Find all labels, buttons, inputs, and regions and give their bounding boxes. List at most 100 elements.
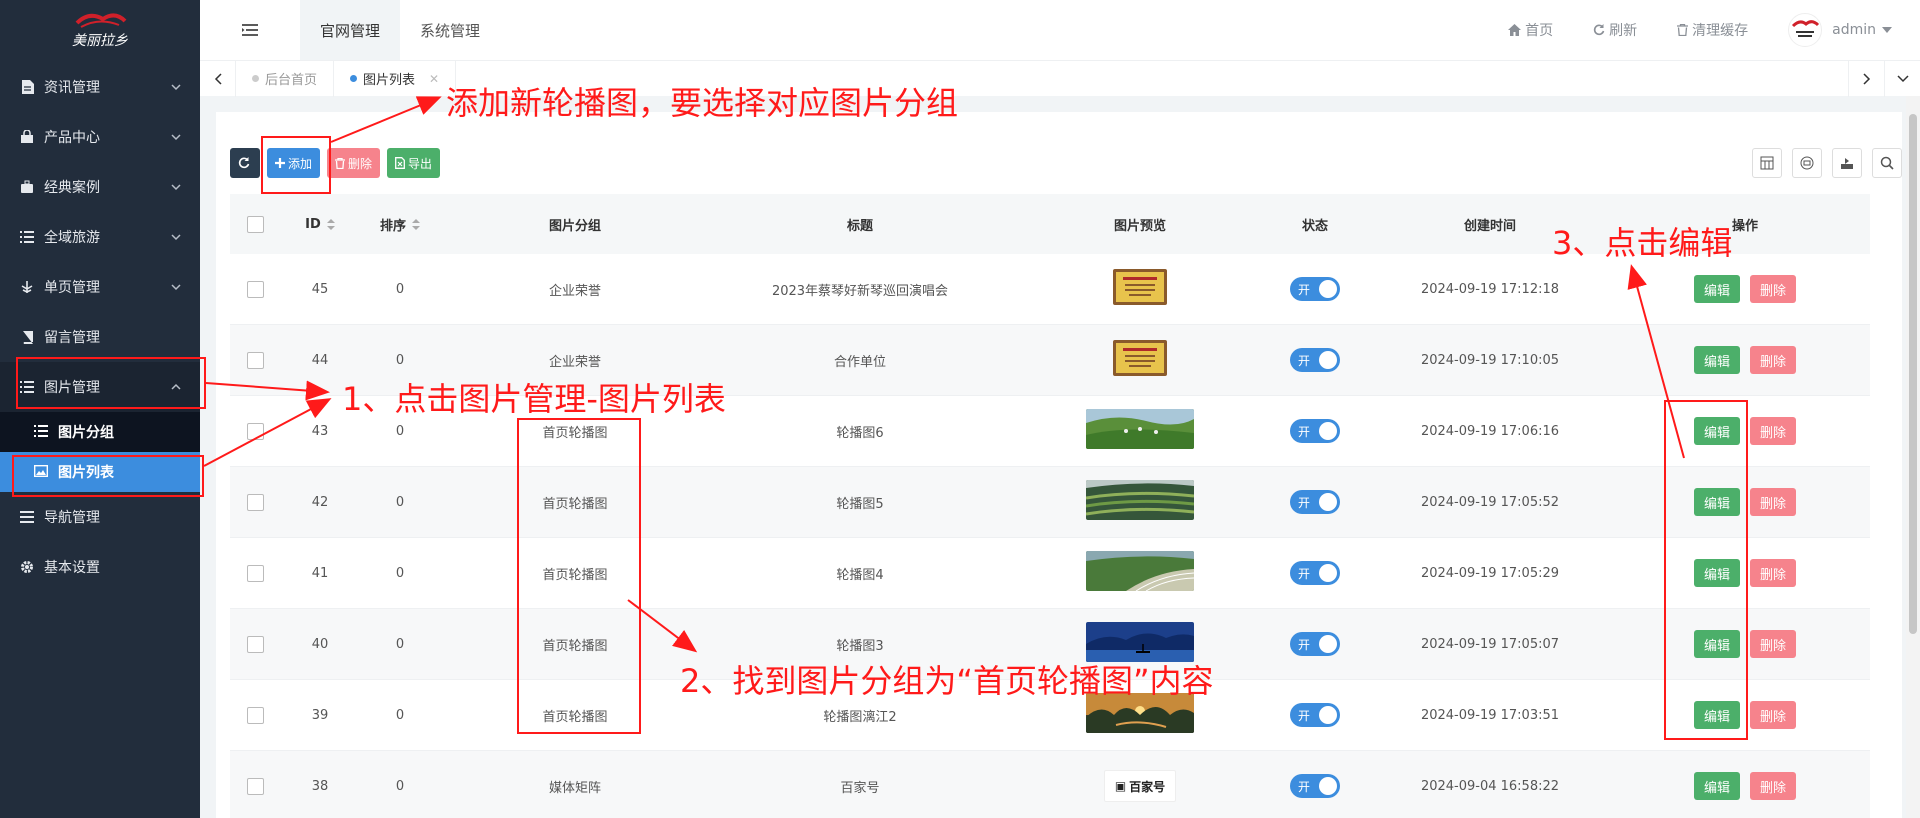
search-button[interactable] (1872, 148, 1902, 178)
toggle-knob (1319, 564, 1337, 582)
edit-button[interactable]: 编辑 (1693, 275, 1740, 303)
page-scrollbar[interactable] (1906, 96, 1920, 818)
tabs-scroll-left-button[interactable] (200, 60, 236, 97)
delete-button[interactable]: 删除 (1750, 417, 1797, 445)
edit-button[interactable]: 编辑 (1693, 772, 1740, 800)
cell-title: 百家号 (840, 780, 880, 796)
row-checkbox[interactable] (246, 777, 264, 795)
cell-sort: 0 (395, 565, 405, 581)
row-checkbox[interactable] (246, 564, 264, 582)
row-checkbox[interactable] (246, 493, 264, 511)
refresh-link[interactable]: 刷新 (1593, 20, 1637, 40)
row-checkbox[interactable] (246, 280, 264, 298)
annotation-box-image-menu (16, 357, 206, 409)
image-thumbnail[interactable] (1113, 269, 1167, 309)
tab-website-management[interactable]: 官网管理 (300, 0, 401, 60)
sidebar-item-settings[interactable]: 基本设置 (0, 542, 200, 592)
row-checkbox[interactable] (246, 635, 264, 653)
cell-created: 2024-09-19 17:05:29 (1420, 565, 1560, 581)
select-all-checkbox[interactable] (246, 215, 264, 233)
download-icon (1841, 158, 1853, 169)
status-toggle[interactable]: 开 (1290, 277, 1340, 301)
sort-icon (412, 218, 420, 230)
status-toggle[interactable]: 开 (1290, 561, 1340, 585)
cell-preview (1010, 538, 1270, 608)
sidebar-item-messages[interactable]: 留言管理 (0, 312, 200, 362)
delete-button[interactable]: 删除 (1750, 630, 1797, 658)
row-checkbox-cell (230, 325, 280, 395)
column-header-preview: 图片预览 (1113, 218, 1166, 234)
column-header-group: 图片分组 (548, 218, 601, 234)
status-toggle[interactable]: 开 (1290, 632, 1340, 656)
user-menu[interactable]: admin (1788, 13, 1892, 47)
tabs-dropdown-button[interactable] (1884, 60, 1920, 97)
image-thumbnail[interactable] (1086, 409, 1194, 453)
sidebar-item-cases[interactable]: 经典案例 (0, 162, 200, 212)
row-checkbox-cell (230, 396, 280, 466)
scrollbar-thumb[interactable] (1909, 114, 1917, 634)
cell-id: 42 (311, 494, 329, 510)
sidebar-menu: 资讯管理 产品中心 经典案例 全域旅游 单页管理 留言管理 图片管理 图片分组 … (0, 62, 200, 592)
column-header-status: 状态 (1301, 218, 1328, 234)
row-checkbox-cell (230, 609, 280, 679)
sidebar-item-pages[interactable]: 单页管理 (0, 262, 200, 312)
print-button[interactable] (1792, 148, 1822, 178)
column-header-id[interactable]: ID (280, 194, 360, 254)
logo[interactable]: 美丽拉乡 (0, 0, 200, 62)
toggle-knob (1319, 493, 1337, 511)
annotation-box-add (261, 136, 331, 194)
sidebar-item-navigation[interactable]: 导航管理 (0, 492, 200, 542)
cell-sort: 0 (395, 281, 405, 297)
home-link[interactable]: 首页 (1508, 20, 1553, 40)
delete-button[interactable]: 删除 (1750, 701, 1797, 729)
delete-button[interactable]: 删除 (1750, 772, 1797, 800)
trash-icon (335, 157, 346, 169)
row-checkbox[interactable] (246, 706, 264, 724)
export-tool-button[interactable] (1832, 148, 1862, 178)
delete-button[interactable]: 删除 (1750, 275, 1797, 303)
page-tab-image-list[interactable]: 图片列表 ✕ (334, 60, 457, 97)
sidebar-item-tourism[interactable]: 全域旅游 (0, 212, 200, 262)
sidebar-item-products[interactable]: 产品中心 (0, 112, 200, 162)
sidebar-item-news[interactable]: 资讯管理 (0, 62, 200, 112)
row-checkbox[interactable] (246, 351, 264, 369)
column-header-sort[interactable]: 排序 (360, 194, 440, 254)
delete-button[interactable]: 删除 (1750, 488, 1797, 516)
edit-button[interactable]: 编辑 (1693, 346, 1740, 374)
bulk-delete-button[interactable]: 删除 (327, 148, 381, 178)
cell-sort: 0 (395, 707, 405, 723)
delete-button[interactable]: 删除 (1750, 559, 1797, 587)
status-toggle[interactable]: 开 (1290, 774, 1340, 798)
annotation-text-step2: 2、找到图片分组为“首页轮播图”内容 (680, 662, 1214, 700)
refresh-icon (238, 157, 249, 169)
home-icon (1508, 24, 1522, 36)
image-thumbnail[interactable] (1113, 340, 1167, 380)
status-toggle[interactable]: 开 (1290, 703, 1340, 727)
row-checkbox[interactable] (246, 422, 264, 440)
cell-sort: 0 (395, 778, 405, 794)
cell-created: 2024-09-19 17:05:52 (1420, 494, 1560, 510)
tab-system-management[interactable]: 系统管理 (400, 0, 500, 60)
image-thumbnail[interactable] (1085, 480, 1195, 524)
cell-preview (1010, 254, 1270, 324)
cell-status: 开 (1270, 325, 1360, 395)
annotation-text-step3: 3、点击编辑 (1552, 224, 1733, 262)
status-toggle[interactable]: 开 (1290, 348, 1340, 372)
chevron-right-icon (1862, 72, 1870, 85)
sidebar-subitem-image-groups[interactable]: 图片分组 (0, 412, 200, 452)
delete-button[interactable]: 删除 (1750, 346, 1797, 374)
refresh-button[interactable] (230, 148, 260, 178)
cell-title: 2023年蔡琴好新琴巡回演唱会 (771, 283, 949, 299)
sidebar-toggle-button[interactable] (200, 0, 300, 60)
cell-created: 2024-09-04 16:58:22 (1420, 778, 1560, 794)
columns-button[interactable] (1752, 148, 1782, 178)
close-icon[interactable]: ✕ (429, 72, 439, 86)
page-tab-dashboard[interactable]: 后台首页 (236, 60, 335, 97)
status-toggle[interactable]: 开 (1290, 490, 1340, 514)
image-thumbnail[interactable] (1086, 551, 1195, 595)
tabs-scroll-right-button[interactable] (1848, 60, 1884, 97)
clear-cache-link[interactable]: 清理缓存 (1677, 20, 1748, 40)
status-toggle[interactable]: 开 (1290, 419, 1340, 443)
cell-title: 合作单位 (833, 354, 886, 370)
export-button[interactable]: 导出 (387, 148, 441, 178)
